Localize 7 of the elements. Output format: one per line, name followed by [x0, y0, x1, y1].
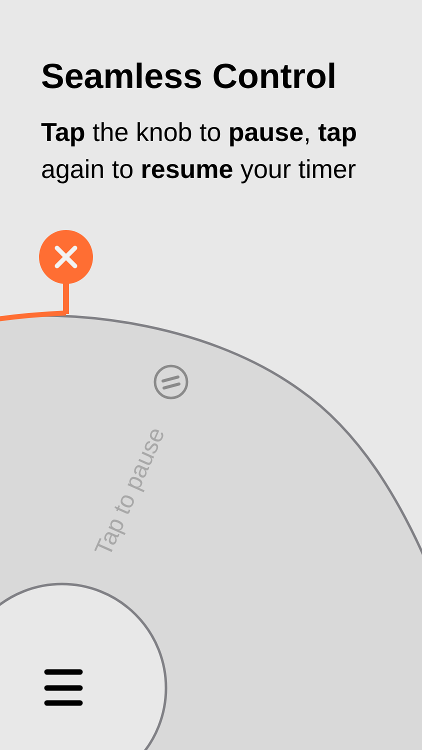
menu-icon — [44, 669, 83, 706]
close-button[interactable] — [39, 230, 93, 314]
pause-icon — [154, 364, 188, 400]
progress-arc — [0, 310, 66, 322]
headline: Seamless Control — [41, 56, 338, 98]
menu-button[interactable] — [0, 582, 168, 750]
description: Tap the knob to pause, tap again to resume your timer — [41, 116, 358, 186]
